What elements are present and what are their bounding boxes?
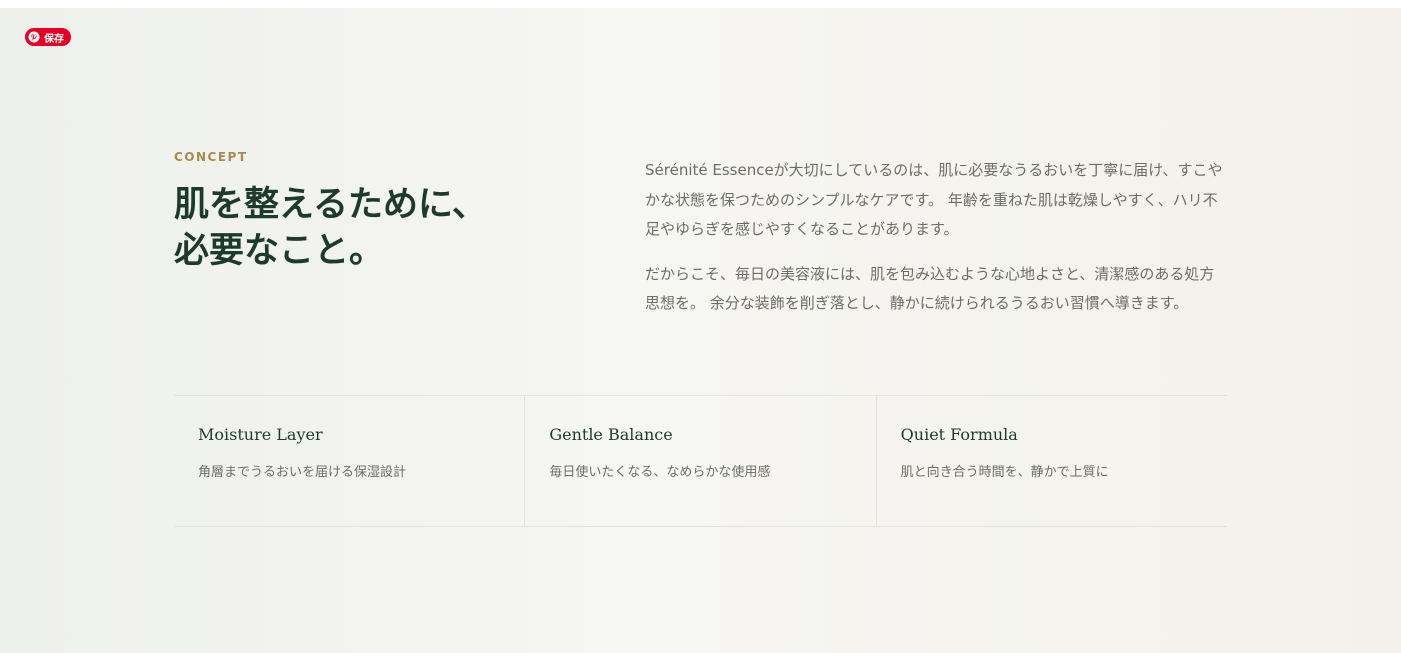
concept-paragraph-1: Sérénité Essenceが大切にしているのは、肌に必要なうるおいを丁寧に… [645,161,1223,238]
concept-section: 保存 CONCEPT 肌を整えるために、 必要なこと。 Sérénité Ess… [0,8,1401,653]
section-eyebrow: CONCEPT [174,150,248,164]
feature-description: 角層までうるおいを届ける保湿設計 [198,465,407,480]
section-heading: 肌を整えるために、 必要なこと。 [174,184,487,271]
feature-title: Gentle Balance [549,425,673,444]
pinterest-icon [28,31,40,43]
feature-title: Quiet Formula [900,425,1018,444]
feature-gentle-balance: Gentle Balance 毎日使いたくなる、なめらかな使用感 [524,396,875,526]
concept-paragraph-2: だからこそ、毎日の美容液には、肌を包み込むような心地よさと、清潔感のある処方思想… [645,264,1215,313]
pinterest-save-label: 保存 [44,33,64,45]
feature-description: 毎日使いたくなる、なめらかな使用感 [549,465,771,480]
feature-title: Moisture Layer [198,425,323,444]
feature-moisture-layer: Moisture Layer 角層までうるおいを届ける保湿設計 [174,396,524,526]
concept-description: Sérénité Essenceが大切にしているのは、肌に必要なうるおいを丁寧に… [645,156,1225,334]
pinterest-save-button[interactable]: 保存 [25,28,71,46]
feature-description: 肌と向き合う時間を、静かで上質に [900,465,1109,480]
feature-list: Moisture Layer 角層までうるおいを届ける保湿設計 Gentle B… [174,395,1227,527]
feature-quiet-formula: Quiet Formula 肌と向き合う時間を、静かで上質に [875,396,1227,526]
